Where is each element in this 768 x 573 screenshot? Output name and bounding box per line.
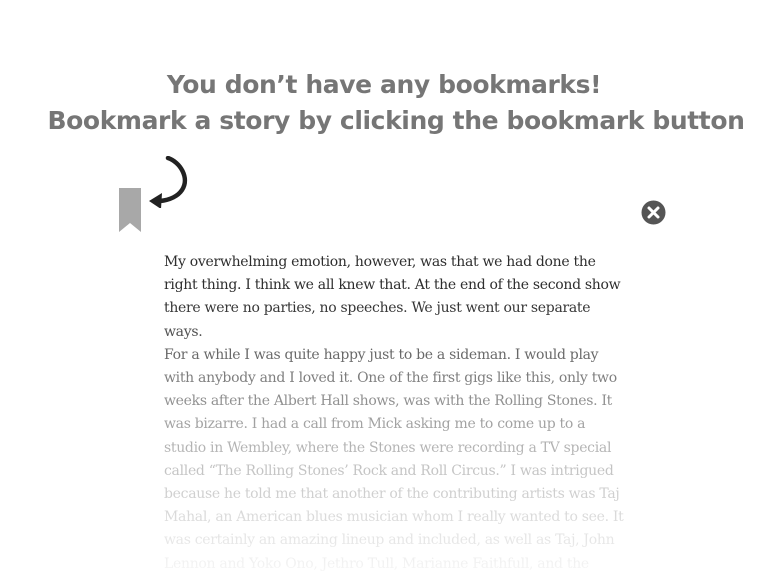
empty-state-title: You don’t have any bookmarks! (166, 70, 602, 99)
bookmark-icon (119, 188, 141, 232)
bookmarks-page: You don’t have any bookmarks! Bookmark a… (0, 0, 768, 573)
empty-state-subtitle: Bookmark a story by clicking the bookmar… (47, 106, 745, 135)
story-paragraph: My overwhelming emotion, however, was th… (164, 254, 621, 340)
curved-arrow-icon (149, 156, 188, 208)
story-preview: My overwhelming emotion, however, was th… (164, 251, 626, 573)
close-button[interactable] (641, 200, 666, 225)
story-paragraph: For a while I was quite happy just to be… (164, 346, 624, 572)
